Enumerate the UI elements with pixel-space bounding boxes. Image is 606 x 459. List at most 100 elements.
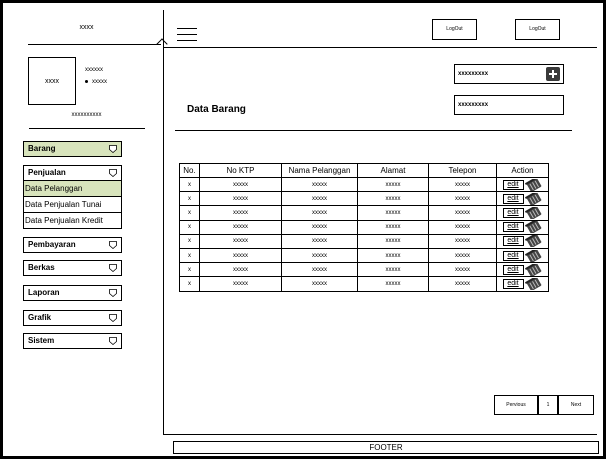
menu-pembayaran-label: Pembayaran — [28, 240, 76, 249]
cell-nama-pelanggan: xxxxx — [281, 191, 358, 207]
cell-nama-pelanggan: xxxxx — [281, 219, 358, 235]
cell-telepon: xxxxx — [428, 262, 497, 278]
edit-button[interactable]: edit — [502, 236, 524, 247]
table-row: x xxxxx xxxxx xxxxx xxxxx edit — [179, 205, 549, 221]
cell-alamat: xxxxx — [357, 262, 429, 278]
menu-penjualan-label: Penjualan — [28, 168, 66, 177]
delete-icon[interactable] — [524, 178, 543, 191]
menu-pembayaran[interactable]: Pembayaran — [23, 237, 122, 253]
status-dot-icon — [85, 79, 88, 83]
cell-alamat: xxxxx — [357, 205, 429, 221]
col-telepon: Telepon — [428, 163, 497, 178]
edit-button[interactable]: edit — [502, 278, 524, 289]
cell-telepon: xxxxx — [428, 205, 497, 221]
cell-action: edit — [496, 219, 549, 235]
menu-barang-label: Barang — [28, 144, 56, 153]
brand-divider — [28, 44, 161, 45]
cell-no: x — [179, 262, 200, 278]
delete-icon[interactable] — [524, 277, 543, 290]
menu-grafik-label: Grafik — [28, 313, 52, 322]
menu-sistem[interactable]: Sistem — [23, 333, 122, 349]
table-row: x xxxxx xxxxx xxxxx xxxxx edit — [179, 233, 549, 249]
edit-button[interactable]: edit — [502, 179, 524, 190]
delete-icon[interactable] — [524, 235, 543, 248]
next-page-button[interactable]: Next — [558, 395, 594, 415]
table-row: x xxxxx xxxxx xxxxx xxxxx edit — [179, 219, 549, 235]
menu-sistem-label: Sistem — [28, 336, 55, 345]
cell-telepon: xxxxx — [428, 176, 497, 193]
menu-berkas[interactable]: Berkas — [23, 260, 122, 276]
cell-telepon: xxxxx — [428, 219, 497, 235]
search-field[interactable]: xxxxxxxxx — [454, 95, 564, 115]
delete-icon[interactable] — [524, 249, 543, 262]
edit-button[interactable]: edit — [502, 264, 524, 275]
logout-button-1[interactable]: LogOut — [432, 19, 477, 40]
chevron-down-icon — [109, 264, 117, 272]
cell-action: edit — [496, 262, 549, 278]
delete-icon[interactable] — [524, 192, 543, 205]
edit-button[interactable]: edit — [502, 207, 524, 218]
delete-icon[interactable] — [524, 263, 543, 276]
table-row: x xxxxx xxxxx xxxxx xxxxx edit — [179, 276, 549, 292]
cell-nama-pelanggan: xxxxx — [281, 233, 358, 249]
cell-telepon: xxxxx — [428, 247, 497, 264]
table-row: x xxxxx xxxxx xxxxx xxxxx edit — [179, 247, 549, 264]
submenu-data-penjualan-kredit[interactable]: Data Penjualan Kredit — [23, 213, 122, 229]
profile-status: xxxxx — [85, 79, 107, 85]
chevron-down-icon — [109, 337, 117, 345]
cell-action: edit — [496, 247, 549, 264]
cell-no: x — [179, 191, 200, 207]
cell-no: x — [179, 176, 200, 193]
data-table: No. No KTP Nama Pelanggan Alamat Telepon… — [179, 163, 549, 292]
cell-action: edit — [496, 176, 549, 193]
menu-laporan-label: Laporan — [28, 288, 60, 297]
header-divider — [163, 47, 597, 48]
content-divider — [175, 130, 572, 131]
main-bottom-divider — [163, 434, 597, 435]
cell-telepon: xxxxx — [428, 276, 497, 292]
delete-icon[interactable] — [524, 221, 543, 234]
cell-no-ktp: xxxxx — [199, 276, 282, 292]
edit-button[interactable]: edit — [502, 222, 524, 233]
cell-no: x — [179, 247, 200, 264]
submenu-data-pelanggan[interactable]: Data Pelanggan — [23, 181, 122, 197]
cell-action: edit — [496, 191, 549, 207]
sidebar-divider — [163, 10, 164, 435]
table-row: x xxxxx xxxxx xxxxx xxxxx edit — [179, 262, 549, 278]
submenu-data-penjualan-tunai[interactable]: Data Penjualan Tunai — [23, 197, 122, 213]
cell-alamat: xxxxx — [357, 247, 429, 264]
menu-grafik[interactable]: Grafik — [23, 310, 122, 326]
col-alamat: Alamat — [357, 163, 429, 178]
menu-barang[interactable]: Barang — [23, 141, 122, 157]
cell-no-ktp: xxxxx — [199, 176, 282, 193]
cell-no-ktp: xxxxx — [199, 262, 282, 278]
col-no: No. — [179, 163, 200, 178]
previous-page-button[interactable]: Pervious — [494, 395, 538, 415]
cell-no: x — [179, 205, 200, 221]
logout-button-2[interactable]: LogOut — [515, 19, 560, 40]
delete-icon[interactable] — [524, 206, 543, 219]
cell-action: edit — [496, 276, 549, 292]
menu-berkas-label: Berkas — [28, 263, 55, 272]
plus-icon[interactable] — [546, 67, 560, 81]
chevron-down-icon — [109, 289, 117, 297]
edit-button[interactable]: edit — [502, 250, 524, 261]
add-field[interactable]: xxxxxxxxx — [454, 64, 564, 84]
col-no-ktp: No KTP — [199, 163, 282, 178]
cell-alamat: xxxxx — [357, 276, 429, 292]
hamburger-menu-icon[interactable] — [177, 28, 197, 42]
menu-laporan[interactable]: Laporan — [23, 285, 122, 301]
table-row: x xxxxx xxxxx xxxxx xxxxx edit — [179, 191, 549, 207]
menu-penjualan[interactable]: Penjualan — [23, 165, 122, 181]
cell-action: edit — [496, 205, 549, 221]
edit-button[interactable]: edit — [502, 193, 524, 204]
cell-nama-pelanggan: xxxxx — [281, 247, 358, 264]
page-number[interactable]: 1 — [538, 395, 558, 415]
chevron-down-icon — [109, 145, 117, 153]
cell-no-ktp: xxxxx — [199, 219, 282, 235]
cell-nama-pelanggan: xxxxx — [281, 262, 358, 278]
brand-logo: xxxx — [79, 24, 94, 31]
col-action: Action — [496, 163, 549, 178]
page-title: Data Barang — [187, 104, 246, 115]
cell-alamat: xxxxx — [357, 176, 429, 193]
